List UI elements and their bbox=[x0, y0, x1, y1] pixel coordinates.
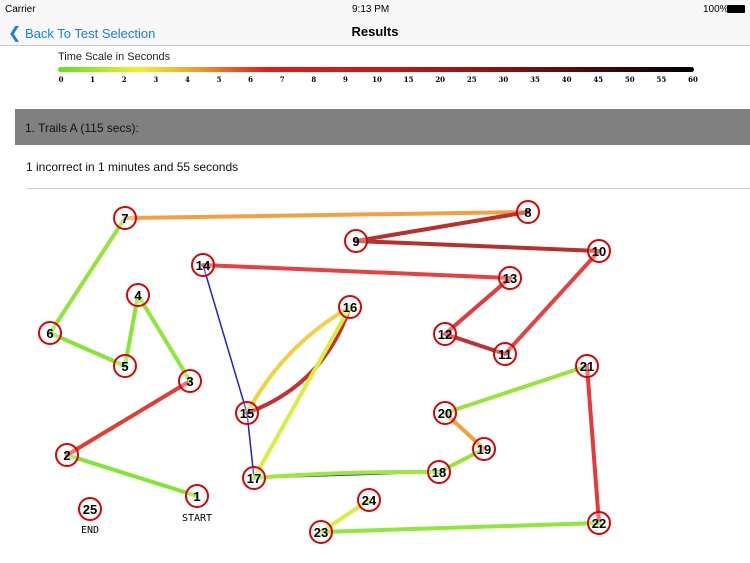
trail-node-label: 6 bbox=[46, 326, 53, 341]
carrier: Carrier bbox=[5, 4, 36, 15]
trail-node-label: 4 bbox=[134, 288, 142, 303]
scale-tick: 6 bbox=[248, 75, 254, 84]
trail-node-label: 23 bbox=[314, 525, 328, 540]
section-header: 1. Trails A (115 secs): bbox=[15, 109, 750, 145]
trail-path-segment bbox=[201, 263, 512, 280]
error-path-segment bbox=[202, 264, 248, 414]
trail-path-segment bbox=[65, 379, 192, 457]
scale-tick: 9 bbox=[342, 75, 348, 84]
scale-tick: 35 bbox=[530, 75, 540, 84]
trail-node-label: 2 bbox=[63, 448, 70, 463]
trail-node-label: 5 bbox=[121, 359, 128, 374]
scale-tick: 0 bbox=[58, 75, 64, 84]
trail-path-segment bbox=[65, 453, 199, 498]
trail-path-segment bbox=[123, 210, 530, 220]
clock: 9:13 PM bbox=[352, 4, 390, 15]
scale-tick: 40 bbox=[561, 75, 572, 84]
trail-path-segment bbox=[503, 249, 601, 356]
scale-tick: 4 bbox=[184, 75, 190, 84]
scale-tick: 20 bbox=[435, 75, 446, 84]
time-scale-gradient bbox=[58, 67, 694, 72]
trail-node-label: 3 bbox=[186, 374, 193, 389]
trail-path-segment bbox=[48, 216, 127, 335]
trail-drawing: 1234567 891011121314151617 181920212223242… bbox=[38, 200, 611, 544]
trail-node-label: 19 bbox=[477, 442, 491, 457]
trail-node-label: 7 bbox=[121, 211, 128, 226]
trail-node-label: 20 bbox=[438, 406, 452, 421]
trail-node-label: 24 bbox=[362, 493, 377, 508]
scale-tick: 1 bbox=[90, 75, 96, 84]
trail-path-segment bbox=[252, 305, 352, 480]
scale-tick: 60 bbox=[688, 75, 698, 84]
trail-path-segment bbox=[136, 293, 192, 383]
scale-tick: 30 bbox=[498, 75, 509, 84]
trail-path-segment bbox=[354, 210, 530, 243]
scale-tick: 3 bbox=[153, 75, 159, 84]
result-summary: 1 incorrect in 1 minutes and 55 seconds bbox=[26, 160, 239, 174]
trail-node-label: 15 bbox=[240, 406, 254, 421]
scale-tick: 7 bbox=[279, 75, 285, 84]
end-label: END bbox=[81, 525, 99, 536]
trail-node-label: 8 bbox=[524, 205, 531, 220]
trail-path-segment bbox=[443, 276, 512, 336]
divider bbox=[26, 188, 750, 189]
scale-tick: 25 bbox=[466, 75, 477, 84]
trail-path-segment bbox=[48, 331, 127, 368]
navigation-bar: ❮ Back To Test Selection Results bbox=[0, 18, 750, 46]
trail-node-label: 16 bbox=[343, 300, 357, 315]
trail-node-label: 21 bbox=[580, 359, 594, 374]
scale-tick: 8 bbox=[311, 75, 317, 84]
trail-node-label: 1 bbox=[193, 489, 200, 504]
trail-node-label: 9 bbox=[352, 234, 359, 249]
time-scale-label: Time Scale in Seconds bbox=[58, 51, 171, 63]
trail-node-label: 22 bbox=[592, 516, 606, 531]
scale-tick: 45 bbox=[593, 75, 604, 84]
scale-tick: 5 bbox=[216, 75, 222, 84]
trail-node-label: 14 bbox=[196, 258, 211, 273]
trail-node-label: 17 bbox=[247, 471, 261, 486]
trail-node-label: 11 bbox=[498, 347, 512, 362]
trail-node-label: 10 bbox=[592, 244, 606, 259]
status-bar: Carrier 9:13 PM 100% bbox=[0, 0, 750, 18]
trail-path-segment bbox=[354, 239, 601, 253]
scale-tick: 10 bbox=[372, 75, 382, 84]
trail-path-segment bbox=[443, 364, 589, 415]
trail-node-label: 25 bbox=[83, 502, 97, 517]
trail-path-segment bbox=[319, 521, 601, 534]
scale-tick: 55 bbox=[656, 75, 667, 84]
trail-node-label: 18 bbox=[432, 465, 446, 480]
battery-icon bbox=[727, 5, 745, 13]
battery-level: 100% bbox=[703, 4, 729, 15]
trail-node-label: 12 bbox=[438, 327, 452, 342]
scale-tick: 2 bbox=[121, 75, 127, 84]
trail-path-segment bbox=[585, 364, 601, 525]
start-label: START bbox=[182, 513, 212, 524]
trail-node-label: 13 bbox=[503, 271, 517, 286]
scale-tick: 50 bbox=[624, 75, 635, 84]
scale-tick: 15 bbox=[403, 75, 414, 84]
page-title: Results bbox=[351, 24, 399, 39]
